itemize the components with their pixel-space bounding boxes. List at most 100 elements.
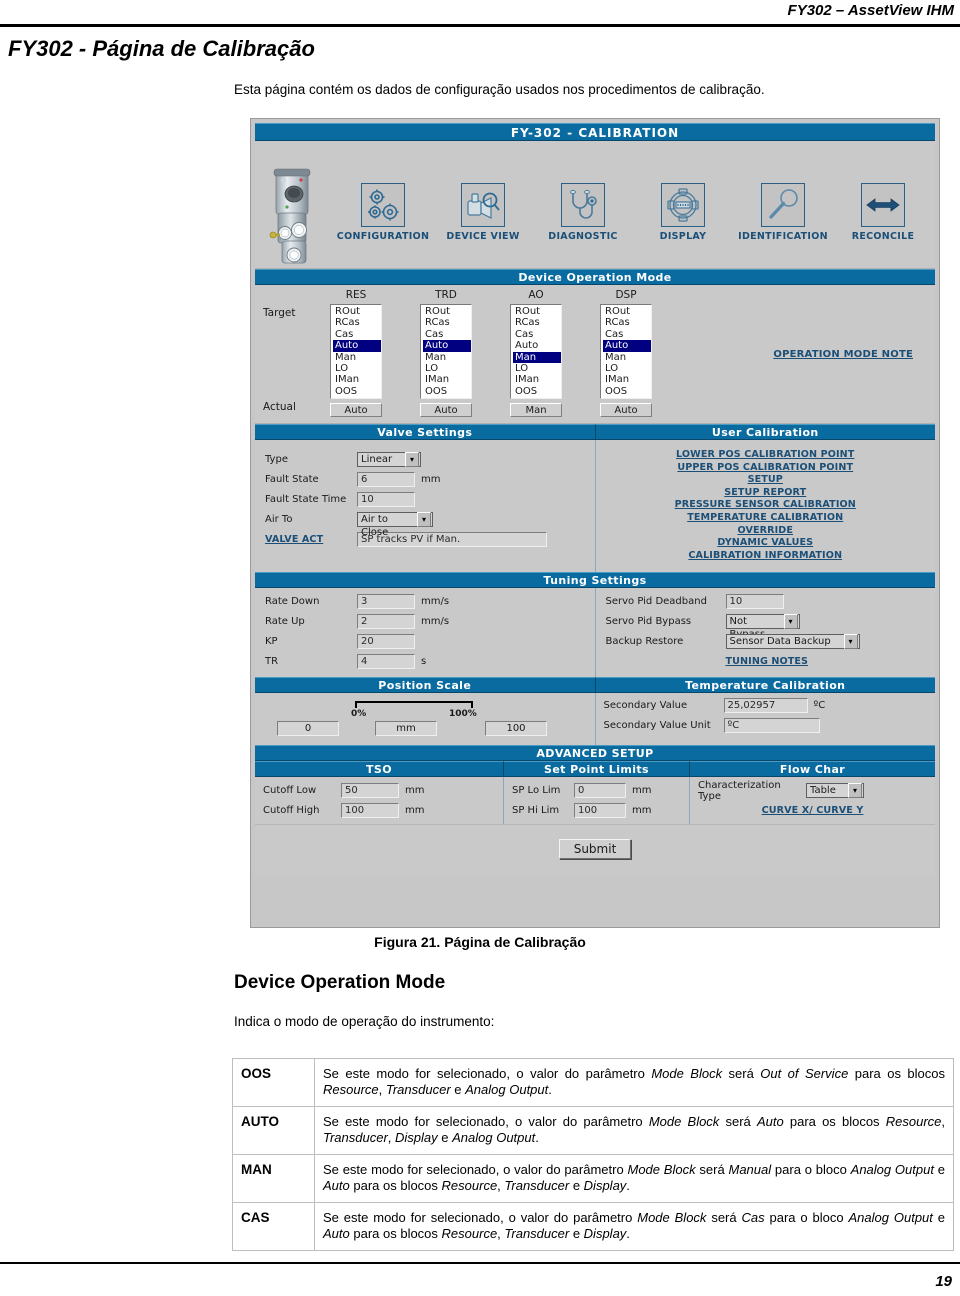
field-label: Rate Down <box>265 596 320 608</box>
list-option[interactable]: Cas <box>513 329 561 340</box>
list-option[interactable]: OOS <box>333 386 381 397</box>
list-option[interactable]: Man <box>333 352 381 363</box>
nav-label: DISPLAY <box>659 231 707 242</box>
secondary-value-unit-input[interactable]: ºC <box>723 718 820 734</box>
link-calibration-information[interactable]: CALIBRATION INFORMATION <box>606 550 926 563</box>
nav-item-diagnostic[interactable]: DIAGNOSTIC <box>533 183 633 242</box>
field-air-to: Air To Air to Close <box>265 512 585 538</box>
actual-mode-trd: Auto <box>420 403 472 418</box>
list-option[interactable]: LO <box>513 363 561 374</box>
fault-state-input[interactable]: 6 <box>357 472 415 487</box>
valve-act-link[interactable]: VALVE ACT <box>265 534 323 545</box>
link-setup-report[interactable]: SETUP REPORT <box>606 487 926 500</box>
secondary-value-input[interactable]: 25,02957 <box>723 698 808 714</box>
valve-magnifier-icon <box>461 183 505 227</box>
list-option-selected[interactable]: Auto <box>333 340 381 352</box>
app-title-bar: FY-302 - CALIBRATION <box>255 123 935 141</box>
list-option[interactable]: IMan <box>333 374 381 385</box>
list-option[interactable]: IMan <box>513 374 561 385</box>
list-option[interactable]: ROut <box>423 306 471 317</box>
field-unit: mm/s <box>421 616 450 628</box>
list-option[interactable]: OOS <box>513 386 561 397</box>
flow-char-header: Flow Char <box>689 761 935 778</box>
list-option[interactable]: LO <box>333 363 381 374</box>
list-option[interactable]: Cas <box>603 329 651 340</box>
sp-lo-lim-input[interactable]: 0 <box>574 783 626 799</box>
link-temperature-calibration[interactable]: TEMPERATURE CALIBRATION <box>606 512 926 525</box>
field-kp: KP 20 <box>265 634 585 650</box>
sp-hi-lim-input[interactable]: 100 <box>574 803 626 819</box>
list-option-selected[interactable]: Auto <box>603 340 651 352</box>
rate-up-input[interactable]: 2 <box>357 614 415 630</box>
position-scale-max-input[interactable]: 100 <box>485 721 547 737</box>
actual-label: Actual <box>263 401 296 413</box>
kp-input[interactable]: 20 <box>357 634 415 650</box>
list-option[interactable]: Man <box>603 352 651 363</box>
cutoff-high-input[interactable]: 100 <box>341 803 399 819</box>
target-mode-listbox-dsp[interactable]: ROut RCas Cas Auto Man LO IMan OOS <box>600 304 652 400</box>
link-upper-pos-calibration-point[interactable]: UPPER POS CALIBRATION POINT <box>606 462 926 475</box>
link-dynamic-values[interactable]: DYNAMIC VALUES <box>606 537 926 550</box>
mode-key: AUTO <box>232 1106 315 1155</box>
list-option[interactable]: IMan <box>603 374 651 385</box>
list-option[interactable]: RCas <box>333 317 381 328</box>
display-gauge-icon <box>661 183 705 227</box>
list-option-selected[interactable]: Auto <box>423 340 471 352</box>
position-scale-min-input[interactable]: 0 <box>277 721 339 737</box>
nav-item-configuration[interactable]: CONFIGURATION <box>333 183 433 242</box>
nav-item-device-view[interactable]: DEVICE VIEW <box>433 183 533 242</box>
list-option[interactable]: Auto <box>513 340 561 351</box>
list-option[interactable]: RCas <box>423 317 471 328</box>
list-option[interactable]: OOS <box>603 386 651 397</box>
mode-key: OOS <box>232 1058 315 1107</box>
field-label: Cutoff Low <box>263 785 317 797</box>
list-option-selected[interactable]: Man <box>513 351 561 364</box>
curve-xy-link[interactable]: CURVE X/ CURVE Y <box>762 805 864 816</box>
air-to-select[interactable]: Air to Close <box>357 512 433 538</box>
field-unit: mm <box>421 474 441 485</box>
list-option[interactable]: Cas <box>423 329 471 340</box>
operation-mode-note-link[interactable]: OPERATION MODE NOTE <box>773 349 913 360</box>
list-option[interactable]: IMan <box>423 374 471 385</box>
column-header: DSP <box>615 289 637 301</box>
valve-positioner-illustration <box>269 168 311 264</box>
link-override[interactable]: OVERRIDE <box>606 525 926 538</box>
list-option[interactable]: LO <box>423 363 471 374</box>
intro-paragraph: Esta página contém os dados de configura… <box>234 82 765 97</box>
nav-item-display[interactable]: DISPLAY <box>633 183 733 242</box>
field-label: Characterization Type <box>698 779 781 802</box>
link-setup[interactable]: SETUP <box>606 474 926 487</box>
link-lower-pos-calibration-point[interactable]: LOWER POS CALIBRATION POINT <box>606 449 926 462</box>
target-mode-listbox-trd[interactable]: ROut RCas Cas Auto Man LO IMan OOS <box>420 304 472 400</box>
position-scale-unit-input[interactable]: mm <box>375 721 437 737</box>
backup-restore-select[interactable]: Sensor Data Backup <box>725 634 860 650</box>
list-option[interactable]: OOS <box>423 386 471 397</box>
fault-state-time-input[interactable]: 10 <box>357 492 415 507</box>
link-pressure-sensor-calibration[interactable]: PRESSURE SENSOR CALIBRATION <box>606 499 926 512</box>
servo-pid-deadband-input[interactable]: 10 <box>725 594 784 610</box>
list-option[interactable]: ROut <box>603 306 651 317</box>
list-option[interactable]: LO <box>603 363 651 374</box>
actual-mode-dsp: Auto <box>600 403 652 418</box>
list-option[interactable]: RCas <box>603 317 651 328</box>
type-select[interactable]: Linear <box>357 452 421 467</box>
tuning-notes-link[interactable]: TUNING NOTES <box>726 656 809 667</box>
target-mode-listbox-res[interactable]: ROut RCas Cas Auto Man LO IMan OOS <box>330 304 382 400</box>
nav-item-reconcile[interactable]: RECONCILE <box>833 183 933 242</box>
nav-item-list: CONFIGURATION DEVICE VIEW DIAGNOSTIC DIS… <box>333 183 933 242</box>
list-option[interactable]: RCas <box>513 317 561 328</box>
rate-down-input[interactable]: 3 <box>357 594 415 610</box>
servo-pid-bypass-select[interactable]: Not Bypass <box>725 614 800 640</box>
list-option[interactable]: Man <box>423 352 471 363</box>
field-unit: ºC <box>813 700 826 712</box>
submit-button[interactable]: Submit <box>558 839 632 860</box>
list-option[interactable]: Cas <box>333 329 381 340</box>
target-mode-listbox-ao[interactable]: ROut RCas Cas Auto Man LO IMan OOS <box>510 304 562 400</box>
nav-item-identification[interactable]: IDENTIFICATION <box>733 183 833 242</box>
tr-input[interactable]: 4 <box>357 654 415 670</box>
cutoff-low-input[interactable]: 50 <box>341 783 399 799</box>
list-option[interactable]: ROut <box>333 306 381 317</box>
page-number: 19 <box>935 1273 952 1290</box>
list-option[interactable]: ROut <box>513 306 561 317</box>
characterization-type-select[interactable]: Table <box>806 783 864 799</box>
